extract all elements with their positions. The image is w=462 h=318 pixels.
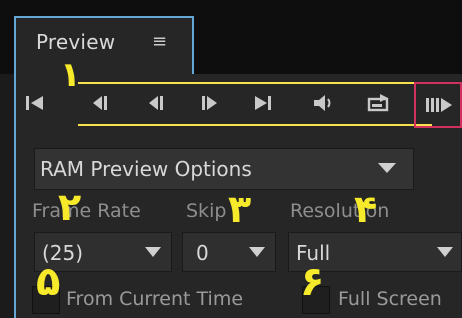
- transport-controls: [16, 82, 462, 128]
- loop-icon: [367, 94, 389, 112]
- play-backward-icon: [149, 96, 163, 110]
- skip-value: 0: [196, 241, 209, 265]
- speaker-icon: [314, 95, 331, 111]
- frame-rate-label: Frame Rate: [32, 200, 141, 222]
- previous-frame-icon: [93, 96, 107, 110]
- play-forward-button[interactable]: [194, 90, 224, 120]
- tab-title[interactable]: Preview: [36, 30, 115, 54]
- annotation-number-5: ۵: [36, 259, 61, 305]
- play-backward-button[interactable]: [142, 90, 172, 120]
- chevron-down-icon[interactable]: [376, 160, 398, 176]
- annotation-number-6: ۶: [300, 259, 325, 305]
- first-frame-button[interactable]: [20, 90, 50, 120]
- mute-audio-button[interactable]: [306, 90, 340, 120]
- ram-preview-icon: [426, 98, 452, 112]
- preview-panel-root: Preview ≡ RAM Preview Options Frame Rate…: [0, 0, 462, 318]
- ram-preview-options-label: RAM Preview Options: [40, 157, 252, 181]
- next-frame-icon: [255, 96, 271, 110]
- next-frame-button[interactable]: [248, 90, 278, 120]
- full-screen-label[interactable]: Full Screen: [338, 288, 442, 310]
- frame-rate-dropdown-arrow-icon[interactable]: [144, 245, 162, 259]
- loop-button[interactable]: [362, 90, 396, 120]
- ram-preview-button[interactable]: [414, 82, 462, 128]
- resolution-dropdown-arrow-icon[interactable]: [436, 245, 454, 259]
- annotation-number-4: ۴: [354, 187, 378, 231]
- annotation-number-2: ٢: [58, 185, 82, 229]
- skip-label: Skip: [186, 200, 227, 222]
- play-icon: [202, 96, 217, 110]
- previous-frame-button[interactable]: [86, 90, 116, 120]
- from-current-time-label[interactable]: From Current Time: [66, 288, 243, 310]
- annotation-number-3: ٣: [228, 187, 252, 231]
- skip-dropdown-arrow-icon[interactable]: [248, 245, 266, 259]
- first-frame-icon: [26, 96, 43, 110]
- annotation-number-1: ١: [60, 55, 81, 95]
- panel-menu-icon[interactable]: ≡: [152, 31, 167, 52]
